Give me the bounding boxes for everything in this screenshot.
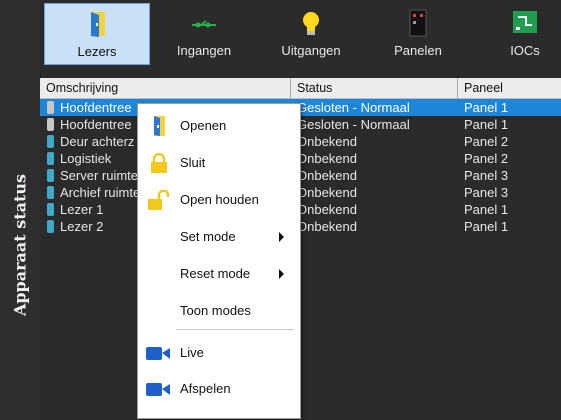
reader-icon xyxy=(47,220,54,233)
cell-panel: Panel 1 xyxy=(464,219,509,234)
cell-panel: Panel 1 xyxy=(464,100,509,115)
menu-item-afspelen[interactable]: Afspelen xyxy=(138,374,300,404)
cell-status: Onbekend xyxy=(297,151,357,166)
column-header-paneel[interactable]: Paneel xyxy=(458,78,561,98)
menu-item-label: Open houden xyxy=(180,192,259,207)
panel-icon xyxy=(409,9,427,37)
menu-item-label: Afspelen xyxy=(180,381,231,396)
toolbar-button-panelen[interactable]: Panelen xyxy=(365,3,471,65)
toolbar-label: Uitgangen xyxy=(281,43,341,58)
column-header-status[interactable]: Status xyxy=(291,78,458,98)
menu-item-reset-mode[interactable]: Reset mode xyxy=(138,259,300,289)
context-menu: Openen Sluit Open houden Set mode Reset … xyxy=(137,103,301,419)
cell-panel: Panel 2 xyxy=(464,151,509,166)
menu-item-label: Live xyxy=(180,345,204,360)
toolbar-button-uitgangen[interactable]: Uitgangen xyxy=(258,3,364,65)
reader-icon xyxy=(47,186,54,199)
lock-open-icon xyxy=(148,190,170,210)
lightbulb-icon xyxy=(303,12,319,35)
menu-item-live[interactable]: Live xyxy=(138,338,300,368)
menu-item-toon-modes[interactable]: Toon modes xyxy=(138,296,300,326)
io-board-icon xyxy=(513,11,537,33)
lock-closed-icon xyxy=(151,153,167,173)
cell-panel: Panel 1 xyxy=(464,202,509,217)
menu-item-label: Reset mode xyxy=(180,266,251,281)
menu-item-label: Toon modes xyxy=(180,303,251,318)
video-camera-icon xyxy=(146,347,170,360)
toolbar: Lezers Ingangen Uitgangen Panelen IOCs xyxy=(40,0,561,72)
table-header: Omschrijving Status Paneel xyxy=(40,78,561,99)
video-camera-icon xyxy=(146,383,170,396)
menu-item-sluit[interactable]: Sluit xyxy=(138,148,300,178)
cell-status: Onbekend xyxy=(297,202,357,217)
reader-icon xyxy=(47,169,54,182)
door-open-icon xyxy=(154,116,165,136)
column-header-omschrijving[interactable]: Omschrijving xyxy=(40,78,291,98)
toolbar-label: IOCs xyxy=(510,43,540,58)
sidebar-title: Apparaat status xyxy=(10,173,30,317)
toolbar-label: Panelen xyxy=(394,43,442,58)
cell-panel: Panel 2 xyxy=(464,134,509,149)
submenu-arrow-icon xyxy=(279,232,284,242)
toolbar-button-iocs[interactable]: IOCs xyxy=(472,3,561,65)
cell-panel: Panel 3 xyxy=(464,185,509,200)
cell-panel: Panel 3 xyxy=(464,168,509,183)
cell-status: Onbekend xyxy=(297,185,357,200)
sidebar: Apparaat status xyxy=(0,0,41,420)
menu-item-label: Sluit xyxy=(180,155,206,170)
submenu-arrow-icon xyxy=(279,269,284,279)
input-connector-icon xyxy=(192,20,216,28)
reader-icon xyxy=(47,203,54,216)
menu-item-set-mode[interactable]: Set mode xyxy=(138,222,300,252)
menu-item-openen[interactable]: Openen xyxy=(138,111,300,141)
toolbar-button-ingangen[interactable]: Ingangen xyxy=(151,3,257,65)
toolbar-label: Lezers xyxy=(77,44,117,59)
toolbar-label: Ingangen xyxy=(176,43,232,58)
cell-panel: Panel 1 xyxy=(464,117,509,132)
reader-door-icon xyxy=(91,12,105,37)
menu-item-label: Set mode xyxy=(180,229,236,244)
menu-item-open-houden[interactable]: Open houden xyxy=(138,185,300,215)
cell-status: Gesloten - Normaal xyxy=(297,117,410,132)
menu-item-label: Openen xyxy=(180,118,227,133)
reader-icon xyxy=(47,152,54,165)
cell-status: Onbekend xyxy=(297,168,357,183)
reader-icon xyxy=(47,101,54,114)
cell-status: Gesloten - Normaal xyxy=(297,100,410,115)
menu-separator xyxy=(176,329,294,330)
cell-status: Onbekend xyxy=(297,134,357,149)
reader-icon xyxy=(47,118,54,131)
toolbar-button-lezers[interactable]: Lezers xyxy=(44,3,150,65)
reader-icon xyxy=(47,135,54,148)
cell-status: Onbekend xyxy=(297,219,357,234)
